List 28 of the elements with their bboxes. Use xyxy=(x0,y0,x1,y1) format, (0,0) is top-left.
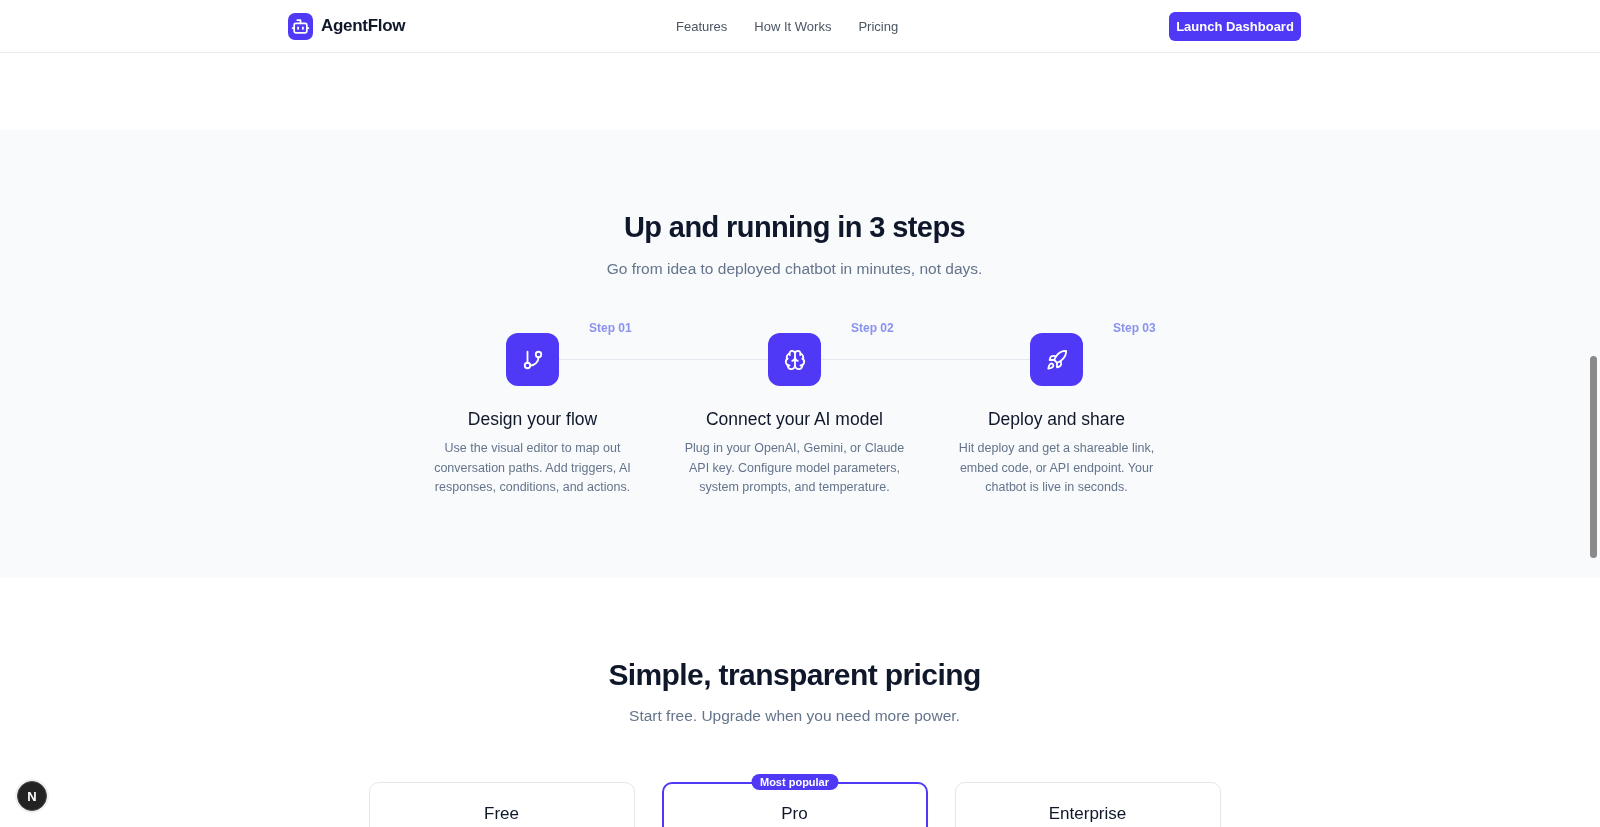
launch-button[interactable]: Launch Dashboard xyxy=(1169,11,1301,41)
nav-link[interactable]: Features xyxy=(676,18,728,34)
step-description: Hit deploy and get a shareable link, embed code, or API endpoint. Your chatbot is live in seconds. xyxy=(957,440,1156,496)
step-label: Step 02 xyxy=(851,321,894,335)
floating-button[interactable]: N xyxy=(17,781,47,811)
plan-name: Enterprise xyxy=(1048,802,1127,825)
nav-link[interactable]: Pricing xyxy=(858,18,899,34)
step-description: Use the visual editor to map out conversation paths. Add triggers, AI responses, conditions, and actions. xyxy=(433,440,632,496)
step-label: Step 03 xyxy=(1113,321,1156,335)
brand-name: AgentFlow xyxy=(321,16,406,36)
step-title: Deploy and share xyxy=(987,408,1126,431)
step-title: Connect your AI model xyxy=(705,408,883,431)
brain-icon xyxy=(768,333,821,386)
step-label: Step 01 xyxy=(589,321,632,335)
plan-name: Free xyxy=(484,802,519,825)
step-title: Design your flow xyxy=(467,408,598,431)
section-subtitle: Go from idea to deployed chatbot in minutes, not days. xyxy=(606,259,983,279)
step-description: Plug in your OpenAI, Gemini, or Claude API key. Configure model parameters, system prompts, and temperature. xyxy=(683,440,906,496)
section-title: Up and running in 3 steps xyxy=(623,210,966,245)
rocket-icon xyxy=(1030,333,1083,386)
popular-tag: Most popular xyxy=(750,773,839,790)
plan-name: Pro xyxy=(781,802,808,825)
branch-icon xyxy=(506,333,559,386)
nav-link[interactable]: How It Works xyxy=(754,18,832,34)
robot-icon xyxy=(288,12,313,40)
scrollbar-thumb[interactable] xyxy=(1590,356,1597,558)
section-title: Simple, transparent pricing xyxy=(608,656,981,693)
section-subtitle: Start free. Upgrade when you need more power. xyxy=(629,705,960,726)
